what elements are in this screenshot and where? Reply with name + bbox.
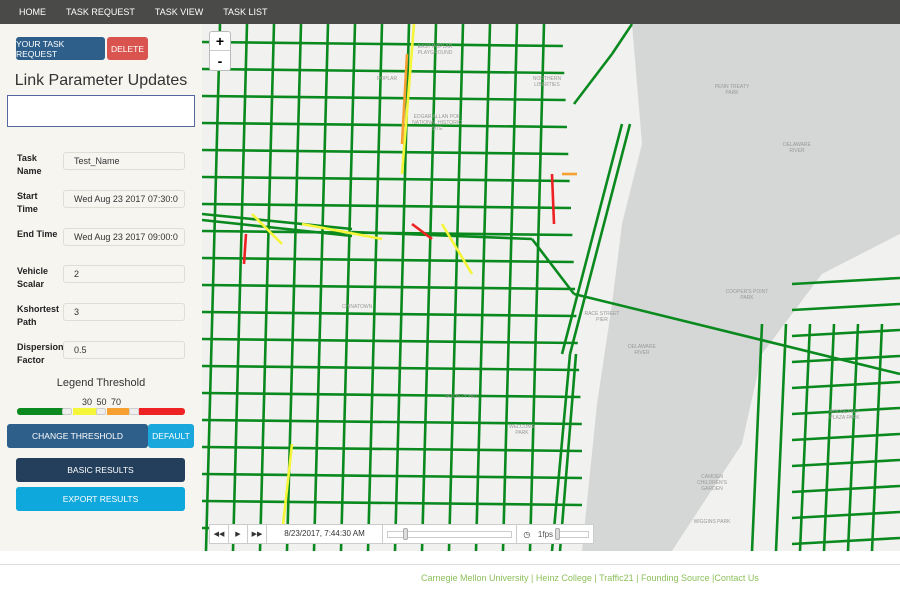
- map-label: Northern Liberties: [532, 76, 562, 88]
- your-task-request-button[interactable]: YOUR TASK REQUEST: [16, 37, 105, 60]
- change-threshold-button[interactable]: CHANGE THRESHOLD: [7, 424, 148, 448]
- timestamp: 8/23/2017, 7:44:30 AM: [267, 524, 383, 544]
- zoom-in-button[interactable]: +: [210, 32, 230, 51]
- link-cmu[interactable]: Carnegie Mellon University: [421, 573, 529, 583]
- threshold-values: 30 50 70: [82, 397, 122, 407]
- basic-results-button[interactable]: BASIC RESULTS: [16, 458, 185, 482]
- field-input[interactable]: Wed Aug 23 2017 09:00:0: [63, 228, 185, 246]
- play-icon[interactable]: ▶: [229, 524, 248, 544]
- panel-title: Link Parameter Updates: [14, 72, 188, 89]
- nav-task-list[interactable]: TASK LIST: [223, 7, 267, 17]
- map-label: Wiggins Park: [693, 519, 731, 525]
- field-label: End Time: [17, 229, 58, 239]
- road-segment: [202, 283, 576, 291]
- link-founding-source[interactable]: Founding Source: [641, 573, 710, 583]
- road-segment: [202, 499, 583, 507]
- map-label: Race Street Pier: [584, 311, 620, 323]
- map-label: Roosevelt Plaza Park: [829, 409, 860, 421]
- map-label: Cooper's Point Park: [725, 289, 769, 301]
- map-label: Edgar Allan Poe National Historic Site: [412, 114, 462, 132]
- time-slider[interactable]: [383, 524, 517, 544]
- road-segment: [258, 24, 276, 551]
- map-label: Penn Treaty Park: [714, 84, 750, 96]
- road-segment: [572, 53, 614, 105]
- link-traffic21[interactable]: Traffic21: [599, 573, 634, 583]
- slider-handle-50[interactable]: [96, 408, 106, 415]
- road-segment: [202, 445, 583, 453]
- road-segment: [202, 202, 572, 210]
- road-segment: [202, 337, 578, 345]
- nav-task-request[interactable]: TASK REQUEST: [66, 7, 135, 17]
- export-results-button[interactable]: EXPORT RESULTS: [16, 487, 185, 511]
- road-segment: [202, 175, 570, 183]
- field-input[interactable]: Test_Name: [63, 152, 185, 170]
- traffic-map[interactable]: East Poplar Playground Poplar Northern Lib…: [202, 24, 900, 551]
- clock-icon: ◷: [523, 529, 531, 539]
- sidebar: YOUR TASK REQUEST DELETE Link Parameter …: [0, 24, 202, 551]
- road-segment: [610, 24, 634, 55]
- road-segment: [202, 391, 581, 399]
- link-parameter-input[interactable]: [7, 95, 195, 127]
- field-input[interactable]: 2: [63, 265, 185, 283]
- road-segment: [202, 256, 574, 264]
- fps-label: 1fps: [537, 529, 554, 539]
- map-label: Chinatown: [341, 304, 373, 310]
- legend-orange: [107, 408, 129, 415]
- footer-links: Carnegie Mellon University | Heinz Colle…: [421, 573, 759, 583]
- threshold-slider[interactable]: [17, 408, 185, 415]
- default-button[interactable]: DEFAULT: [148, 424, 194, 448]
- road-segment: [411, 222, 433, 241]
- top-nav: HOME TASK REQUEST TASK VIEW TASK LIST: [0, 0, 900, 24]
- fast-forward-icon[interactable]: ▶▶: [248, 524, 267, 544]
- fps-slider[interactable]: [553, 524, 593, 544]
- delete-button[interactable]: DELETE: [107, 37, 148, 60]
- map-label: Poplar: [376, 76, 398, 82]
- field-input[interactable]: Wed Aug 23 2017 07:30:0: [63, 190, 185, 208]
- slider-handle-70[interactable]: [129, 408, 139, 415]
- nav-home[interactable]: HOME: [19, 7, 46, 17]
- field-label: Kshortest Path: [17, 304, 60, 327]
- map-label: Camden Children's Garden: [697, 474, 727, 492]
- legend-yellow: [73, 408, 97, 415]
- road-segment: [231, 24, 249, 551]
- map-label: Delaware River: [783, 142, 811, 154]
- playback-control: ◀◀ ▶ ▶▶ 8/23/2017, 7:44:30 AM ◷ 1fps: [209, 524, 594, 544]
- road-segment: [204, 24, 222, 551]
- field-label: Dispersion Factor: [17, 342, 64, 365]
- legend-red: [139, 408, 185, 415]
- map-label: Delaware River: [628, 344, 656, 356]
- nav-task-view[interactable]: TASK VIEW: [155, 7, 203, 17]
- map-label: Society Hill: [445, 394, 479, 400]
- road-segment: [202, 94, 566, 102]
- road-segment: [202, 121, 567, 129]
- field-label: Task Name: [17, 153, 42, 176]
- zoom-control: + -: [209, 31, 231, 71]
- zoom-out-button[interactable]: -: [210, 51, 230, 70]
- field-input[interactable]: 0.5: [63, 341, 185, 359]
- footer-divider: [0, 564, 900, 565]
- road-segment: [202, 310, 577, 318]
- rewind-icon[interactable]: ◀◀: [210, 524, 229, 544]
- map-label: East Poplar Playground: [417, 44, 453, 56]
- slider-handle-30[interactable]: [62, 408, 72, 415]
- field-label: Start Time: [17, 191, 38, 214]
- field-input[interactable]: 3: [63, 303, 185, 321]
- road-segment: [202, 364, 580, 372]
- field-label: Vehicle Scalar: [17, 266, 49, 289]
- road-segment: [202, 67, 565, 75]
- link-heinz[interactable]: Heinz College: [536, 573, 592, 583]
- map-label: Welcome Park: [509, 424, 535, 436]
- road-segment: [202, 472, 583, 480]
- legend-threshold-title: Legend Threshold: [56, 377, 146, 389]
- time-slider-handle[interactable]: [402, 528, 408, 540]
- road-network: [202, 24, 900, 551]
- link-contact[interactable]: Contact Us: [714, 573, 759, 583]
- legend-green: [17, 408, 63, 415]
